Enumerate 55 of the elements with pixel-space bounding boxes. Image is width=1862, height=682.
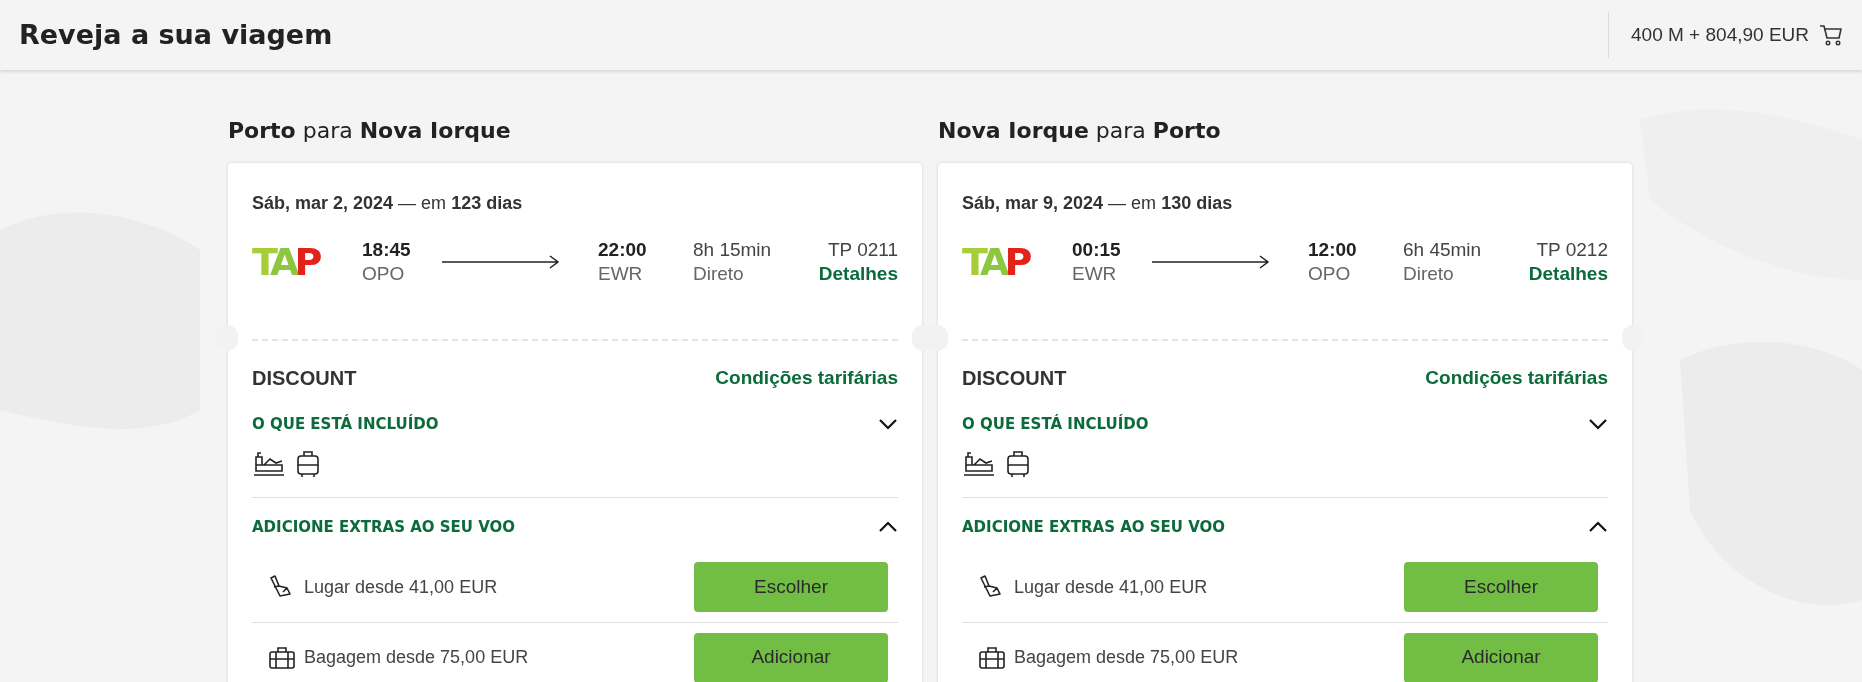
suitcase-icon xyxy=(978,645,1006,670)
route-heading: Nova Iorque para Porto xyxy=(938,117,1222,145)
suitcase-icon xyxy=(268,645,296,670)
arrival-airport: EWR xyxy=(598,262,644,286)
arrival-time: 22:00 xyxy=(598,238,648,262)
flight-number: TP 0211 xyxy=(827,238,898,262)
section-title: ADICIONE EXTRAS AO SEU VOO xyxy=(962,516,1226,538)
flight-stops: Direto xyxy=(1403,262,1455,286)
arrival-airport: OPO xyxy=(1308,262,1352,286)
meal-icon xyxy=(252,450,286,477)
chevron-down-icon[interactable] xyxy=(878,418,898,431)
carry-on-bag-icon xyxy=(296,449,320,478)
carry-on-bag-icon xyxy=(1006,449,1030,478)
extra-label: Lugar desde 41,00 EUR xyxy=(1014,575,1208,599)
arrow-icon xyxy=(1152,254,1270,270)
details-link[interactable]: Detalhes xyxy=(1528,262,1608,286)
departure-time: 18:45 xyxy=(362,238,412,262)
section-title: ADICIONE EXTRAS AO SEU VOO xyxy=(252,516,516,538)
departure-airport: EWR xyxy=(1072,262,1118,286)
fare-conditions-link[interactable]: Condições tarifárias xyxy=(1425,363,1608,393)
flight-number: TP 0212 xyxy=(1536,238,1608,262)
flight-duration: 6h 45min xyxy=(1403,238,1482,262)
airline-logo: TAP xyxy=(962,243,1029,281)
seat-icon xyxy=(978,575,1004,599)
cart-total[interactable]: 400 M + 804,90 EUR xyxy=(1631,20,1809,50)
extra-label: Bagagem desde 75,00 EUR xyxy=(304,646,529,669)
route-heading: Porto para Nova Iorque xyxy=(228,117,512,145)
extra-button[interactable]: Adicionar xyxy=(694,632,888,682)
departure-time: 00:15 xyxy=(1072,238,1122,262)
fare-name: DISCOUNT xyxy=(962,366,1067,391)
extra-label: Bagagem desde 75,00 EUR xyxy=(1014,646,1239,669)
extra-button[interactable]: Escolher xyxy=(1404,562,1598,612)
extra-label: Lugar desde 41,00 EUR xyxy=(304,575,498,599)
meal-icon xyxy=(962,450,996,477)
page-title: Reveja a sua viagem xyxy=(19,17,333,52)
fare-name: DISCOUNT xyxy=(252,366,357,391)
cart-icon[interactable] xyxy=(1819,24,1843,46)
arrival-time: 12:00 xyxy=(1308,238,1358,262)
flight-duration: 8h 15min xyxy=(693,238,772,262)
extra-button[interactable]: Escolher xyxy=(694,562,888,612)
seat-icon xyxy=(268,575,294,599)
section-title: O QUE ESTÁ INCLUÍDO xyxy=(252,413,439,435)
flight-stops: Direto xyxy=(693,262,745,286)
departure-airport: OPO xyxy=(362,262,406,286)
chevron-up-icon[interactable] xyxy=(878,520,898,533)
chevron-down-icon[interactable] xyxy=(1588,418,1608,431)
flight-date: Sáb, mar 2, 2024 — em 123 dias xyxy=(252,192,524,215)
extra-button[interactable]: Adicionar xyxy=(1404,632,1598,682)
arrow-icon xyxy=(442,254,560,270)
fare-conditions-link[interactable]: Condições tarifárias xyxy=(715,363,898,393)
chevron-up-icon[interactable] xyxy=(1588,520,1608,533)
section-title: O QUE ESTÁ INCLUÍDO xyxy=(962,413,1149,435)
flight-date: Sáb, mar 9, 2024 — em 130 dias xyxy=(962,192,1234,215)
details-link[interactable]: Detalhes xyxy=(818,262,898,286)
airline-logo: TAP xyxy=(252,243,319,281)
